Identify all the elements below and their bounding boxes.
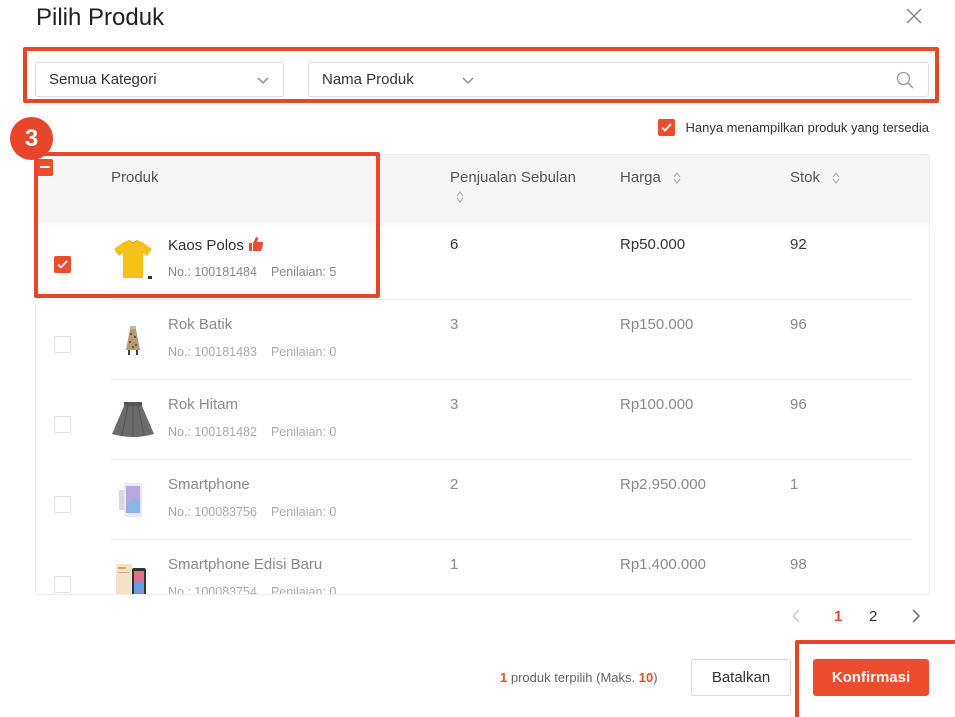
price: Rp150.000 [620, 316, 694, 333]
row-checkbox[interactable] [54, 416, 71, 433]
smartphone-box-thumbnail-icon [116, 564, 146, 594]
price: Rp100.000 [620, 396, 694, 413]
stock: 92 [790, 236, 807, 253]
pagination-next[interactable] [910, 608, 922, 628]
monthly-sales: 6 [450, 236, 459, 253]
monthly-sales: 3 [450, 316, 459, 333]
pagination-prev[interactable] [790, 608, 802, 628]
batik-skirt-thumbnail-icon [126, 326, 140, 355]
stock: 98 [790, 556, 807, 573]
monthly-sales: 1 [450, 556, 459, 573]
confirm-button[interactable]: Konfirmasi [813, 659, 929, 696]
header-monthly-sales[interactable]: Penjualan Sebulan [450, 169, 576, 203]
monthly-sales: 2 [450, 476, 459, 493]
table-row[interactable]: Smartphone No.: 100083756 Penilaian: 0 2 … [36, 460, 929, 540]
check-icon [661, 123, 673, 132]
minus-icon [39, 166, 50, 168]
price: Rp50.000 [620, 236, 686, 253]
stock: 96 [790, 316, 807, 333]
product-table: Produk Penjualan Sebulan Harga Stok Kaos… [35, 154, 930, 595]
row-checkbox[interactable] [54, 256, 71, 273]
table-row[interactable]: Rok Batik No.: 100181483 Penilaian: 0 3 R… [36, 300, 929, 380]
monthly-sales: 3 [450, 396, 459, 413]
header-price[interactable]: Harga [620, 169, 681, 186]
black-skirt-thumbnail-icon [112, 402, 154, 437]
product-meta: No.: 100181484 Penilaian: 5 [168, 265, 337, 279]
step-badge: 3 [10, 117, 53, 160]
table-header: Produk Penjualan Sebulan Harga Stok [36, 155, 929, 220]
table-row[interactable]: Smartphone Edisi Baru No.: 100083754 Peni… [36, 540, 929, 595]
cancel-button[interactable]: Batalkan [691, 659, 791, 696]
product-meta: No.: 100083756 Penilaian: 0 [168, 505, 337, 519]
price: Rp2.950.000 [620, 476, 706, 493]
pagination-page-1[interactable]: 1 [834, 608, 842, 625]
header-price-label: Harga [620, 169, 661, 186]
sort-icon [832, 172, 840, 184]
product-name: Smartphone [168, 476, 250, 493]
product-name: Rok Batik [168, 316, 233, 333]
product-name: Rok Hitam [168, 396, 239, 413]
tshirt-thumbnail-icon [114, 239, 152, 279]
row-checkbox[interactable] [54, 336, 71, 353]
stock: 96 [790, 396, 807, 413]
row-checkbox[interactable] [54, 576, 71, 593]
header-monthly-sales-label: Penjualan Sebulan [450, 169, 576, 186]
header-stock-label: Stok [790, 169, 821, 186]
smartphone-thumbnail-icon [119, 483, 142, 517]
header-product: Produk [111, 169, 159, 186]
table-row[interactable]: Rok Hitam No.: 100181482 Penilaian: 0 3 R… [36, 380, 929, 460]
available-only-toggle[interactable]: Hanya menampilkan produk yang tersedia [658, 119, 929, 136]
product-meta: No.: 100181483 Penilaian: 0 [168, 345, 337, 359]
chevron-right-icon [912, 609, 920, 623]
sort-icon [456, 191, 464, 203]
close-icon[interactable] [904, 6, 924, 26]
pagination-page-2[interactable]: 2 [869, 608, 877, 625]
available-only-label: Hanya menampilkan produk yang tersedia [685, 120, 929, 135]
filter-bar-highlight [23, 47, 939, 103]
price: Rp1.400.000 [620, 556, 706, 573]
stock: 1 [790, 476, 799, 493]
row-checkbox[interactable] [54, 496, 71, 513]
header-stock[interactable]: Stok [790, 169, 840, 186]
sort-icon [673, 172, 681, 184]
selected-count-info: 1 produk terpilih (Maks. 10) [500, 670, 658, 685]
product-meta: No.: 100181482 Penilaian: 0 [168, 425, 337, 439]
product-meta: No.: 100083754 Penilaian: 0 [168, 585, 337, 595]
available-only-checkbox[interactable] [658, 119, 676, 136]
check-icon [57, 260, 68, 269]
product-name: Smartphone Edisi Baru [168, 556, 323, 573]
chevron-left-icon [792, 609, 800, 623]
product-name: Kaos Polos [168, 236, 264, 254]
table-row[interactable]: Kaos Polos No.: 100181484 Penilaian: 5 6 … [36, 220, 929, 300]
select-all-checkbox[interactable] [36, 158, 53, 176]
thumbs-up-icon [248, 237, 264, 251]
dialog-title: Pilih Produk [36, 4, 165, 31]
